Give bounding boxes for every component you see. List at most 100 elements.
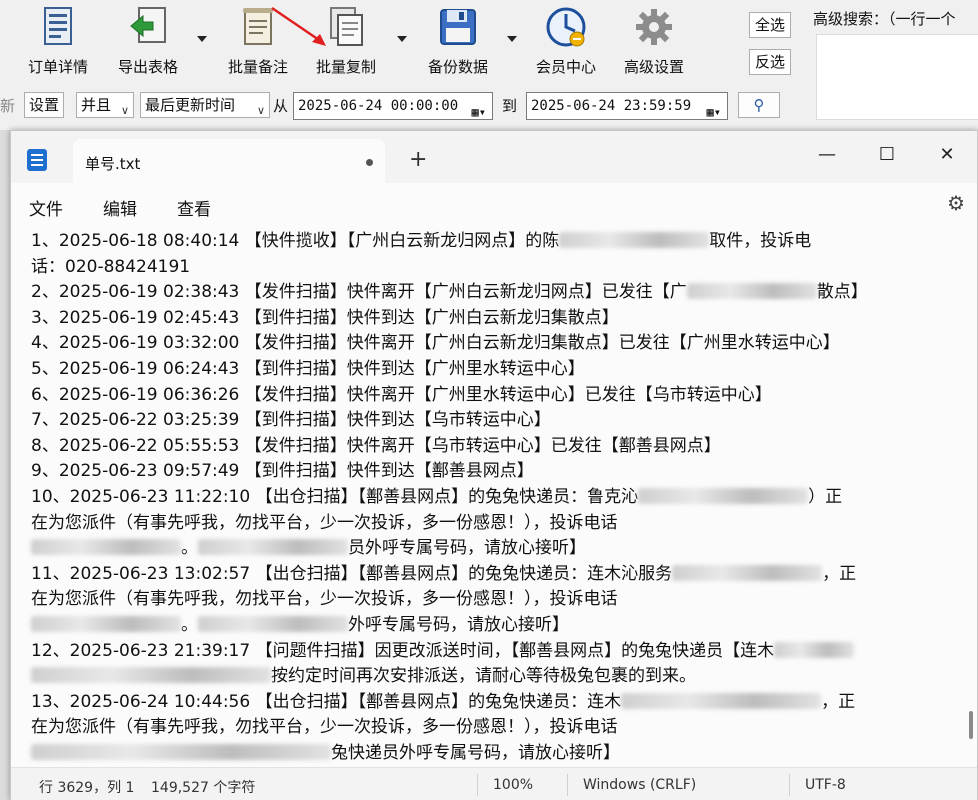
notepad-window: 单号.txt + — ☐ ✕ 文件 编辑 查看 ⚙ 1、2025-06-18 0… [10, 130, 978, 800]
order-detail-button[interactable]: 订单详情 [22, 6, 94, 78]
advanced-settings-button[interactable]: 高级设置 [618, 6, 690, 78]
settings-gear-icon[interactable]: ⚙ [947, 191, 965, 215]
line-text: ，正 [822, 563, 857, 584]
text-line: 按约定时间再次安排派送，请耐心等待极兔包裹的到来。 [31, 664, 953, 690]
notepad-app-icon [27, 149, 47, 171]
text-line: 8、2025-06-22 05:55:53 【发件扫描】快件离开【乌市转运中心】… [31, 434, 953, 460]
encoding[interactable]: UTF-8 [805, 777, 846, 793]
text-line: 1、2025-06-18 08:40:14 【快件揽收】【广州白云新龙归网点】的… [31, 229, 953, 255]
new-tab-button[interactable]: + [409, 147, 427, 172]
order-detail-icon [44, 7, 72, 45]
line-ending[interactable]: Windows (CRLF) [583, 777, 696, 793]
red-arrow-annotation [271, 6, 326, 46]
export-dropdown-icon[interactable] [197, 36, 207, 42]
field-select[interactable]: 最后更新时间 ∨ [140, 92, 270, 118]
refresh-fragment[interactable]: 新 [0, 95, 15, 116]
text-line: 。 外呼专属号码，请放心接听】 [31, 613, 953, 639]
char-count: 149,527 个字符 [151, 780, 256, 796]
line-text: 在为您派件（有事先呼我，勿找平台，少一次投诉，多一份感恩！），投诉电话 [31, 589, 618, 610]
cursor-position: 行 3629，列 1 [39, 780, 135, 796]
advanced-search-label: 高级搜索：（一行一个 [813, 10, 956, 28]
text-line: 9、2025-06-23 09:57:49 【到件扫描】快件到达【鄯善县网点】 [31, 459, 953, 485]
member-clock-icon [546, 7, 586, 47]
line-text: 2、2025-06-19 02:38:43 【发件扫描】快件离开【广州白云新龙归… [31, 282, 687, 303]
text-line: 7、2025-06-22 03:25:39 【到件扫描】快件到达【乌市转运中心】 [31, 408, 953, 434]
text-line: 在为您派件（有事先呼我，勿找平台，少一次投诉，多一份感恩！），投诉电话 [31, 587, 953, 613]
from-datetime-value: 2025-06-24 00:00:00 [298, 98, 459, 114]
text-line: 话：020-88424191 [31, 255, 953, 281]
select-all-button[interactable]: 全选 [749, 12, 791, 38]
member-center-label: 会员中心 [535, 58, 596, 76]
line-text: ）正 [808, 486, 843, 507]
order-detail-label: 订单详情 [27, 58, 88, 76]
line-text: 外呼专属号码，请放心接听】 [348, 614, 569, 635]
advanced-search-textarea[interactable] [816, 34, 978, 120]
export-table-button[interactable]: 导出表格 [112, 6, 184, 78]
logic-select[interactable]: 并且 ∨ [76, 92, 134, 118]
line-text: 6、2025-06-19 06:36:26 【发件扫描】快件离开【广州里水转运中… [31, 384, 772, 405]
advanced-settings-label: 高级设置 [623, 58, 684, 76]
line-text: 3、2025-06-19 02:45:43 【到件扫描】快件到达【广州白云新龙归… [31, 307, 619, 328]
menu-file[interactable]: 文件 [29, 195, 63, 220]
tab-file[interactable]: 单号.txt [73, 139, 385, 183]
line-text: 11、2025-06-23 13:02:57 【出仓扫描】【鄯善县网点】的兔兔快… [31, 563, 673, 584]
search-icon: ⚲ [753, 96, 765, 114]
line-text: 兔快递员外呼专属号码，请放心接听】 [331, 742, 620, 763]
gear-icon [636, 9, 672, 45]
close-button[interactable]: ✕ [917, 139, 977, 173]
line-text: 。 [181, 614, 198, 635]
scrollbar-thumb[interactable] [969, 711, 973, 739]
invert-selection-button[interactable]: 反选 [749, 49, 791, 75]
text-line: 3、2025-06-19 02:45:43 【到件扫描】快件到达【广州白云新龙归… [31, 306, 953, 332]
maximize-button[interactable]: ☐ [857, 139, 917, 173]
line-text: 。 [181, 538, 198, 559]
export-table-label: 导出表格 [117, 58, 178, 76]
text-editor[interactable]: 1、2025-06-18 08:40:14 【快件揽收】【广州白云新龙归网点】的… [11, 225, 963, 767]
line-text: 8、2025-06-22 05:55:53 【发件扫描】快件离开【乌市转运中心】… [31, 435, 721, 456]
backup-dropdown-icon[interactable] [507, 36, 517, 42]
to-datetime-picker[interactable]: 2025-06-24 23:59:59 ▦▾ [526, 92, 728, 120]
settings-button[interactable]: 设置 [24, 92, 64, 118]
to-datetime-value: 2025-06-24 23:59:59 [531, 98, 692, 114]
backup-data-button[interactable]: 备份数据 [420, 6, 496, 78]
backup-disk-icon [440, 9, 476, 45]
redacted-text [198, 539, 348, 556]
redacted-text [621, 692, 822, 709]
title-bar[interactable]: 单号.txt + — ☐ ✕ [11, 131, 977, 183]
redacted-text [774, 641, 855, 658]
line-text: 按约定时间再次安排派送，请耐心等待极兔包裹的到来。 [271, 666, 696, 687]
line-text: 在为您派件（有事先呼我，勿找平台，少一次投诉，多一份感恩！），投诉电话 [31, 717, 618, 738]
background-list-edge [0, 130, 10, 800]
text-line: 6、2025-06-19 06:36:26 【发件扫描】快件离开【广州里水转运中… [31, 383, 953, 409]
text-line: 10、2025-06-23 11:22:10 【出仓扫描】【鄯善县网点】的兔兔快… [31, 485, 953, 511]
menu-bar: 文件 编辑 查看 ⚙ [11, 183, 977, 225]
export-table-icon [130, 7, 166, 43]
to-label: 到 [502, 97, 518, 115]
text-line: 4、2025-06-19 03:32:00 【发件扫描】快件离开【广州白云新龙归… [31, 331, 953, 357]
unsaved-dot-icon[interactable] [366, 159, 373, 166]
menu-view[interactable]: 查看 [177, 195, 211, 220]
line-text: 4、2025-06-19 03:32:00 【发件扫描】快件离开【广州白云新龙归… [31, 333, 840, 354]
tab-title: 单号.txt [85, 155, 141, 173]
text-line: 12、2025-06-23 21:39:17 【问题件扫描】因更改派送时间，【鄯… [31, 639, 953, 665]
member-center-button[interactable]: 会员中心 [530, 6, 602, 78]
redacted-text [559, 232, 710, 248]
redacted-text [638, 487, 809, 504]
menu-edit[interactable]: 编辑 [103, 195, 137, 220]
vertical-scrollbar[interactable] [967, 231, 973, 771]
minimize-button[interactable]: — [797, 139, 857, 173]
status-divider [477, 774, 478, 796]
redacted-text [31, 539, 181, 556]
text-line: 在为您派件（有事先呼我，勿找平台，少一次投诉，多一份感恩！），投诉电话 [31, 511, 953, 537]
text-line: 。 员外呼专属号码，请放心接听】 [31, 536, 953, 562]
copy-dropdown-icon[interactable] [397, 36, 407, 42]
chevron-down-icon: ∨ [120, 104, 129, 117]
calendar-dropdown-icon[interactable]: ▦▾ [472, 99, 486, 125]
batch-note-label: 批量备注 [227, 58, 288, 76]
from-datetime-picker[interactable]: 2025-06-24 00:00:00 ▦▾ [293, 92, 493, 120]
redacted-text [198, 615, 348, 632]
close-icon: ✕ [939, 144, 955, 165]
calendar-dropdown-icon[interactable]: ▦▾ [707, 99, 721, 125]
zoom-level[interactable]: 100% [493, 777, 533, 793]
search-button[interactable]: ⚲ [738, 92, 780, 118]
